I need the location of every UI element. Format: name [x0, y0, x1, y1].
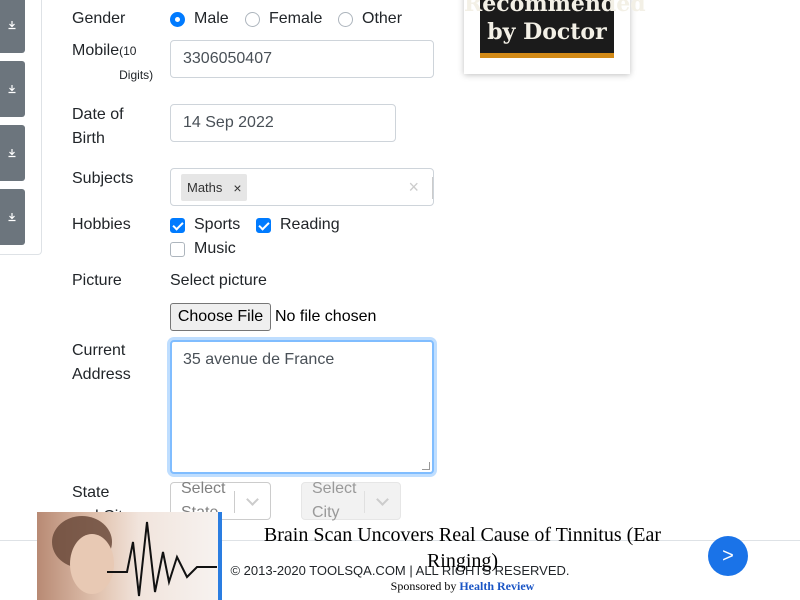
- sidebar-download-button-3[interactable]: [0, 125, 25, 181]
- hobby-checkbox-sports[interactable]: Sports: [170, 213, 240, 237]
- dob-label-line1: Date of: [72, 106, 124, 123]
- subject-tag: Maths ×: [181, 174, 247, 201]
- hobby-option-label: Reading: [280, 216, 340, 233]
- sidebar-download-button-1[interactable]: [0, 0, 25, 53]
- city-placeholder: Select City: [312, 477, 356, 525]
- subjects-label: Subjects: [72, 170, 134, 187]
- gender-label: Gender: [72, 10, 126, 27]
- subjects-divider: [432, 177, 433, 199]
- radio-indicator[interactable]: [245, 11, 260, 27]
- radio-indicator[interactable]: [338, 11, 353, 27]
- address-label: Current Address: [72, 339, 131, 387]
- download-icon: [8, 149, 15, 158]
- gender-option-label: Female: [269, 10, 323, 27]
- chevron-down-icon[interactable]: [376, 493, 389, 506]
- gender-option-label: Other: [362, 10, 403, 27]
- state-placeholder-line1: Select: [181, 480, 226, 497]
- checkbox-indicator[interactable]: [256, 217, 271, 233]
- mobile-input-value: 3306050407: [183, 50, 272, 67]
- checkbox-indicator[interactable]: [170, 241, 185, 257]
- ad-image[interactable]: [37, 512, 222, 600]
- ad-sponsor: Sponsored by Health Review: [240, 578, 685, 594]
- state-select-divider: [234, 491, 235, 513]
- mobile-label-text: Mobile: [72, 42, 120, 59]
- sidebar-download-button-2[interactable]: [0, 61, 25, 117]
- ad-sponsor-prefix: Sponsored by: [390, 579, 457, 593]
- address-label-line1: Current: [72, 342, 126, 359]
- ad-banner-accent: [480, 53, 614, 58]
- address-value: 35 avenue de France: [183, 351, 335, 368]
- mobile-label-hint: (10 Digits): [119, 44, 154, 82]
- picture-caption: Select picture: [170, 272, 267, 289]
- remove-tag-icon[interactable]: ×: [228, 174, 246, 201]
- download-icon: [8, 21, 15, 30]
- state-city-label-line1: State: [72, 484, 110, 501]
- hobby-checkbox-music[interactable]: Music: [170, 237, 236, 261]
- download-icon: [8, 213, 15, 222]
- ad-banner-line1: Recommended: [464, 0, 646, 17]
- hobby-option-label: Music: [194, 240, 236, 257]
- mobile-input[interactable]: 3306050407: [170, 40, 434, 78]
- sound-wave-icon: [52, 516, 217, 597]
- ad-banner-top[interactable]: Recommended by Doctor: [464, 0, 646, 74]
- dob-label-line2: Birth: [72, 130, 105, 147]
- radio-indicator[interactable]: [170, 11, 185, 27]
- ad-banner-line2: by Doctor: [487, 19, 607, 45]
- side-panel: [0, 0, 42, 255]
- hobby-option-label: Sports: [194, 216, 241, 233]
- file-status: No file chosen: [275, 308, 377, 325]
- city-select-divider: [364, 491, 365, 513]
- city-placeholder-line1: Select: [312, 480, 357, 497]
- city-select[interactable]: Select City: [301, 480, 401, 521]
- gender-radio-other[interactable]: Other: [338, 7, 402, 31]
- address-label-line2: Address: [72, 366, 131, 383]
- current-address-textarea[interactable]: 35 avenue de France: [170, 340, 434, 474]
- gender-radio-male[interactable]: Male: [170, 7, 229, 31]
- hobbies-label: Hobbies: [72, 216, 131, 233]
- ad-headline[interactable]: Brain Scan Uncovers Real Cause of Tinnit…: [240, 522, 685, 574]
- subject-tag-label: Maths: [187, 180, 223, 195]
- hobby-checkbox-reading[interactable]: Reading: [256, 213, 340, 237]
- download-icon: [8, 85, 15, 94]
- chevron-down-icon[interactable]: [246, 493, 259, 506]
- subjects-input[interactable]: Maths × ×: [170, 168, 434, 206]
- dob-label: Date of Birth: [72, 103, 124, 151]
- ad-next-button[interactable]: >: [708, 536, 748, 576]
- clear-all-icon[interactable]: ×: [408, 177, 419, 197]
- ad-sponsor-brand[interactable]: Health Review: [459, 579, 534, 593]
- picture-label: Picture: [72, 272, 122, 289]
- ad-image-edge: [218, 512, 222, 600]
- resize-handle[interactable]: [422, 462, 430, 470]
- dob-input[interactable]: 14 Sep 2022: [170, 104, 396, 142]
- sidebar-download-button-4[interactable]: [0, 189, 25, 245]
- gender-option-label: Male: [194, 10, 229, 27]
- gender-radio-female[interactable]: Female: [245, 7, 322, 31]
- checkbox-indicator[interactable]: [170, 217, 185, 233]
- mobile-label: Mobile(10 Digits): [72, 39, 164, 87]
- dob-input-value: 14 Sep 2022: [183, 114, 274, 131]
- choose-file-button[interactable]: Choose File: [170, 303, 271, 331]
